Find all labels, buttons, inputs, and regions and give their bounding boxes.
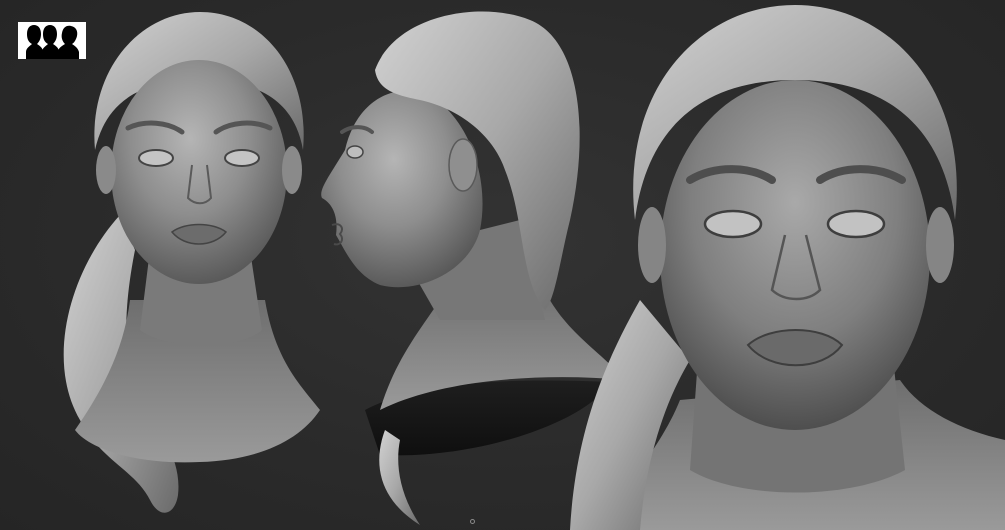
closeup-eye-right: [826, 209, 886, 239]
closeup-view-bust: [570, 5, 1005, 530]
front-eye-right: [224, 149, 260, 167]
side-view-bust: [321, 11, 625, 525]
front-ear-left: [96, 146, 116, 194]
three-head-silhouettes-icon: [18, 22, 86, 59]
closeup-eye-left: [703, 209, 763, 239]
closeup-ear-right: [926, 207, 954, 283]
side-eye: [346, 145, 364, 159]
closeup-face: [660, 80, 930, 430]
sculpt-scene: [63, 5, 1005, 530]
sculpt-turnaround-canvas: [0, 0, 1005, 530]
front-view-bust: [63, 12, 320, 513]
side-ear: [448, 138, 478, 192]
front-ear-right: [282, 146, 302, 194]
closeup-ear-left: [638, 207, 666, 283]
pager-dot-icon[interactable]: [470, 519, 475, 524]
logo-silhouettes: [18, 22, 86, 59]
front-eye-left: [138, 149, 174, 167]
front-face: [111, 60, 287, 284]
